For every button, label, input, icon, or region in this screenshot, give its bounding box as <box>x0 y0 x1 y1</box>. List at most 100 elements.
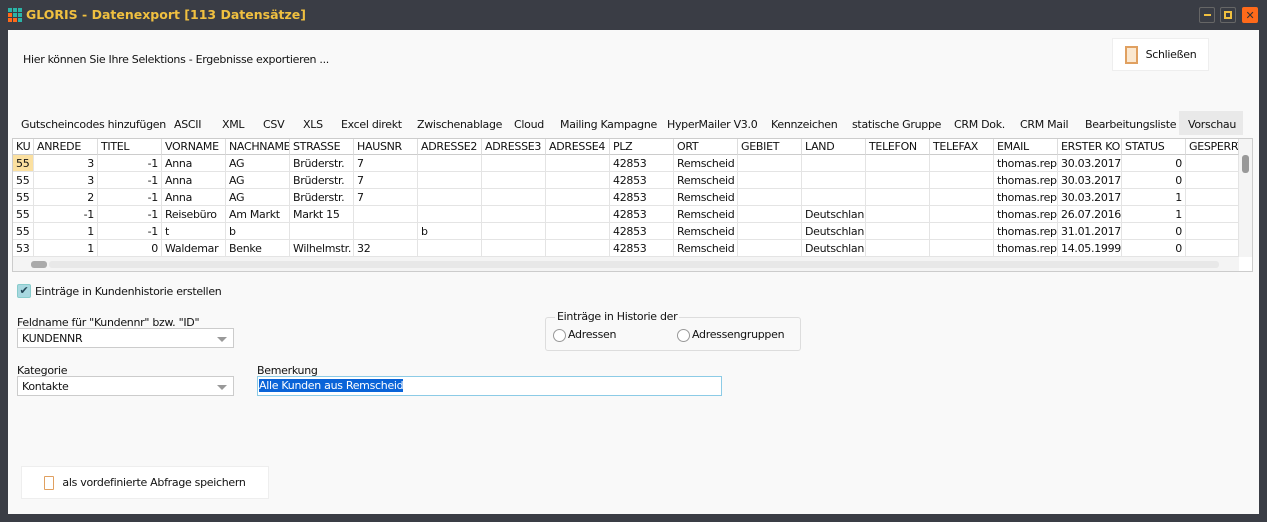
grid-cell[interactable] <box>1186 206 1239 223</box>
grid-cell[interactable] <box>1186 189 1239 206</box>
grid-cell[interactable]: 53 <box>13 240 34 257</box>
column-header[interactable]: ADRESSE2 <box>418 139 482 155</box>
grid-cell[interactable] <box>354 223 418 240</box>
grid-cell[interactable]: 1 <box>34 223 98 240</box>
grid-cell[interactable]: -1 <box>34 206 98 223</box>
grid-cell[interactable] <box>930 223 994 240</box>
grid-cell[interactable]: Brüderstr. <box>290 189 354 206</box>
grid-cell[interactable]: Deutschlan <box>802 223 866 240</box>
grid-cell[interactable] <box>418 172 482 189</box>
grid-cell[interactable]: 42853 <box>610 189 674 206</box>
grid-cell[interactable]: Benke <box>226 240 290 257</box>
column-header[interactable]: LAND <box>802 139 866 155</box>
grid-cell[interactable]: AG <box>226 172 290 189</box>
grid-cell[interactable] <box>866 206 930 223</box>
grid-cell[interactable]: thomas.rep <box>994 223 1058 240</box>
column-header[interactable]: TELEFAX <box>930 139 994 155</box>
tab-csv[interactable]: CSV <box>263 118 285 131</box>
column-header[interactable]: TELEFON <box>866 139 930 155</box>
grid-cell[interactable] <box>546 172 610 189</box>
grid-cell[interactable]: 31.01.2017 <box>1058 223 1122 240</box>
grid-cell[interactable] <box>930 155 994 172</box>
grid-cell[interactable] <box>418 155 482 172</box>
grid-cell[interactable] <box>482 240 546 257</box>
save-query-button[interactable]: als vordefinierte Abfrage speichern <box>21 466 269 499</box>
grid-cell[interactable]: 1 <box>34 240 98 257</box>
column-header[interactable]: ANREDE <box>34 139 98 155</box>
grid-cell[interactable]: 3 <box>34 172 98 189</box>
grid-cell[interactable] <box>354 206 418 223</box>
grid-cell[interactable]: thomas.rep <box>994 155 1058 172</box>
column-header[interactable]: GESPERRT <box>1186 139 1239 155</box>
grid-cell[interactable]: 42853 <box>610 172 674 189</box>
close-window-button[interactable]: ✕ <box>1242 7 1258 23</box>
radio-adressengruppen[interactable]: Adressengruppen <box>677 328 785 342</box>
tab-gutscheincodes-hinzufügen[interactable]: Gutscheincodes hinzufügen <box>21 118 166 131</box>
grid-cell[interactable] <box>482 223 546 240</box>
column-header[interactable]: ORT <box>674 139 738 155</box>
grid-cell[interactable]: 7 <box>354 155 418 172</box>
column-header[interactable]: STATUS <box>1122 139 1186 155</box>
tab-ascii[interactable]: ASCII <box>174 118 201 131</box>
grid-cell[interactable] <box>1186 223 1239 240</box>
grid-cell[interactable]: 42853 <box>610 223 674 240</box>
grid-cell[interactable] <box>738 189 802 206</box>
grid-cell[interactable] <box>802 172 866 189</box>
grid-cell[interactable]: 14.05.1999 <box>1058 240 1122 257</box>
grid-cell[interactable]: 0 <box>98 240 162 257</box>
tab-excel-direkt[interactable]: Excel direkt <box>341 118 402 131</box>
history-checkbox[interactable]: ✔ <box>17 284 31 298</box>
column-header[interactable]: TITEL <box>98 139 162 155</box>
grid-cell[interactable] <box>1186 240 1239 257</box>
grid-cell[interactable]: 55 <box>13 155 34 172</box>
grid-cell[interactable]: Brüderstr. <box>290 155 354 172</box>
grid-cell[interactable]: -1 <box>98 189 162 206</box>
grid-cell[interactable] <box>546 155 610 172</box>
grid-cell[interactable] <box>418 240 482 257</box>
horizontal-scrollbar[interactable] <box>13 257 1239 271</box>
grid-cell[interactable]: Remscheid <box>674 189 738 206</box>
grid-cell[interactable]: Brüderstr. <box>290 172 354 189</box>
grid-cell[interactable] <box>866 189 930 206</box>
grid-cell[interactable]: Reisebüro <box>162 206 226 223</box>
grid-cell[interactable] <box>930 206 994 223</box>
grid-cell[interactable] <box>738 155 802 172</box>
grid-cell[interactable]: 55 <box>13 189 34 206</box>
grid-cell[interactable]: 0 <box>1122 172 1186 189</box>
grid-cell[interactable]: -1 <box>98 155 162 172</box>
grid-cell[interactable]: 0 <box>1122 155 1186 172</box>
column-header[interactable]: ADRESSE3 <box>482 139 546 155</box>
grid-cell[interactable]: Anna <box>162 172 226 189</box>
vertical-scrollbar[interactable] <box>1239 139 1252 257</box>
tab-hypermailer-v3-0[interactable]: HyperMailer V3.0 <box>667 118 758 131</box>
tab-bearbeitungsliste[interactable]: Bearbeitungsliste <box>1085 118 1176 131</box>
grid-cell[interactable] <box>930 240 994 257</box>
grid-cell[interactable]: thomas.rep <box>994 206 1058 223</box>
grid-cell[interactable]: 2 <box>34 189 98 206</box>
grid-cell[interactable]: Remscheid <box>674 172 738 189</box>
grid-cell[interactable]: Deutschlan <box>802 206 866 223</box>
grid-cell[interactable]: 3 <box>34 155 98 172</box>
grid-cell[interactable] <box>418 206 482 223</box>
column-header[interactable]: HAUSNR <box>354 139 418 155</box>
grid-cell[interactable]: Anna <box>162 189 226 206</box>
grid-cell[interactable] <box>482 189 546 206</box>
preview-grid[interactable]: KU ANREDE TITEL VORNAME NACHNAME STRASSE HAUSN… <box>12 138 1253 272</box>
remark-input[interactable]: Alle Kunden aus Remscheid <box>257 376 722 396</box>
grid-cell[interactable] <box>802 189 866 206</box>
grid-cell[interactable]: 7 <box>354 189 418 206</box>
grid-cell[interactable] <box>802 155 866 172</box>
scroll-thumb[interactable] <box>1242 155 1249 173</box>
grid-cell[interactable] <box>482 206 546 223</box>
grid-cell[interactable]: 32 <box>354 240 418 257</box>
grid-cell[interactable] <box>866 155 930 172</box>
grid-cell[interactable] <box>546 223 610 240</box>
column-header[interactable]: PLZ <box>610 139 674 155</box>
column-header[interactable]: ERSTER KO <box>1058 139 1122 155</box>
tab-vorschau[interactable]: Vorschau <box>1188 118 1236 131</box>
grid-cell[interactable] <box>418 189 482 206</box>
grid-cell[interactable]: 30.03.2017 <box>1058 189 1122 206</box>
grid-cell[interactable]: b <box>226 223 290 240</box>
grid-cell[interactable] <box>546 189 610 206</box>
scroll-thumb[interactable] <box>31 261 47 268</box>
